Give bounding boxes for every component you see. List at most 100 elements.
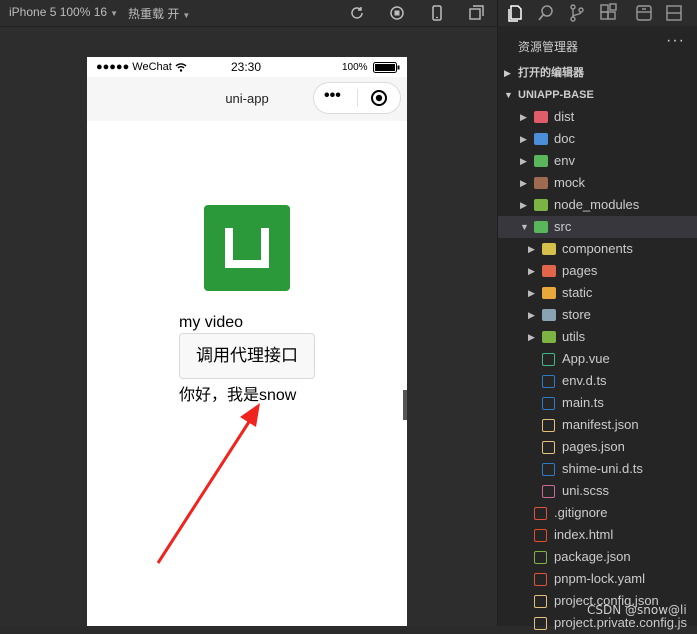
- tree-item-env[interactable]: ▶ env: [498, 150, 697, 172]
- explorer-more-button[interactable]: ···: [666, 32, 685, 50]
- tree-item-node-modules[interactable]: ▶ node_modules: [498, 194, 697, 216]
- capsule-menu: •••: [313, 82, 401, 114]
- git-icon: [534, 507, 547, 520]
- battery-label: 100%: [342, 62, 368, 73]
- chevron-right-icon[interactable]: ▶: [528, 304, 535, 326]
- folder-icon: [542, 265, 556, 277]
- tree-item-label: uni.scss: [562, 483, 609, 498]
- tree-item-main-ts[interactable]: main.ts: [498, 392, 697, 414]
- explorer-panel: 资源管理器 ··· ▶ 打开的编辑器 ▼ UNIAPP-BASE ▶ dist ▶ doc…: [497, 0, 697, 630]
- detach-window-icon[interactable]: [467, 4, 485, 22]
- chevron-right-icon[interactable]: ▶: [520, 172, 527, 194]
- sass-icon: [542, 485, 555, 498]
- source-control-icon[interactable]: [567, 3, 587, 23]
- refresh-icon[interactable]: [348, 4, 366, 22]
- explorer-title: 资源管理器: [518, 40, 579, 54]
- chevron-right-icon[interactable]: ▶: [520, 106, 527, 128]
- tree-item-label: store: [562, 307, 591, 322]
- tree-item-src[interactable]: ▼ src: [498, 216, 697, 238]
- chevron-right-icon[interactable]: ▶: [528, 326, 535, 348]
- chevron-right-icon[interactable]: ▶: [528, 238, 535, 260]
- section-label: UNIAPP-BASE: [518, 89, 594, 101]
- tree-item-label: pnpm-lock.yaml: [554, 571, 646, 586]
- hot-reload-label: 热重载 开: [128, 7, 180, 21]
- tree-item-mock[interactable]: ▶ mock: [498, 172, 697, 194]
- capsule-divider: [357, 89, 358, 107]
- tree-item-label: package.json: [554, 549, 631, 564]
- phone-preview-icon[interactable]: [428, 4, 446, 22]
- chevron-down-icon: ▼: [110, 9, 119, 18]
- open-editors-section[interactable]: ▶ 打开的编辑器: [498, 62, 697, 84]
- ts-icon: [542, 375, 555, 388]
- chevron-right-icon: ▶: [504, 68, 511, 78]
- storage-icon[interactable]: [634, 3, 654, 23]
- chevron-right-icon[interactable]: ▶: [528, 260, 535, 282]
- tree-item-label: manifest.json: [562, 417, 639, 432]
- tree-item-shime-uni-d-ts[interactable]: shime-uni.d.ts: [498, 458, 697, 480]
- stop-icon[interactable]: [388, 4, 406, 22]
- csdn-watermark: CSDN @snow@li: [587, 603, 687, 617]
- tree-item-components[interactable]: ▶ components: [498, 238, 697, 260]
- uni-app-logo: [204, 205, 290, 291]
- uni-logo-icon: [225, 228, 269, 268]
- split-editor-icon[interactable]: [664, 3, 684, 23]
- tree-item-doc[interactable]: ▶ doc: [498, 128, 697, 150]
- tree-item-label: env: [554, 153, 575, 168]
- device-select[interactable]: iPhone 5 100% 16 ▼: [9, 5, 118, 19]
- tree-item-label: pages.json: [562, 439, 625, 454]
- tree-item-static[interactable]: ▶ static: [498, 282, 697, 304]
- tree-item-package-json[interactable]: package.json: [498, 546, 697, 568]
- extensions-icon[interactable]: [598, 3, 618, 23]
- chevron-down-icon: ▼: [504, 90, 513, 100]
- search-icon[interactable]: [536, 3, 556, 23]
- folder-icon: [542, 243, 556, 255]
- tree-item-gitignore[interactable]: .gitignore: [498, 502, 697, 524]
- hot-reload-toggle[interactable]: 热重载 开 ▼: [128, 5, 190, 22]
- tree-item-store[interactable]: ▶ store: [498, 304, 697, 326]
- tree-item-pages[interactable]: ▶ pages: [498, 260, 697, 282]
- tree-item-pages-json[interactable]: pages.json: [498, 436, 697, 458]
- arrow-shaft: [156, 410, 258, 564]
- tree-item-label: static: [562, 285, 593, 300]
- chevron-down-icon[interactable]: ▼: [520, 216, 529, 238]
- mini-program-navbar: uni-app •••: [87, 77, 407, 121]
- close-miniprogram-icon[interactable]: [370, 89, 388, 107]
- video-text: my video: [179, 314, 244, 331]
- tree-item-utils[interactable]: ▶ utils: [498, 326, 697, 348]
- files-icon[interactable]: [505, 3, 525, 23]
- tree-item-label: pages: [562, 263, 598, 278]
- node-icon: [534, 551, 547, 564]
- device-label: iPhone 5 100% 16: [9, 5, 108, 19]
- folder-icon: [534, 133, 548, 145]
- call-proxy-button[interactable]: 调用代理接口: [179, 333, 315, 379]
- vue-icon: [542, 353, 555, 366]
- battery-icon: [373, 62, 400, 73]
- folder-open-icon: [534, 221, 548, 233]
- folder-icon: [534, 155, 548, 167]
- tree-item-label: dist: [554, 109, 575, 124]
- chevron-right-icon[interactable]: ▶: [520, 150, 527, 172]
- tree-item-label: index.html: [554, 527, 614, 542]
- folder-icon: [534, 111, 548, 123]
- chevron-right-icon[interactable]: ▶: [520, 128, 527, 150]
- tree-item-uni-scss[interactable]: uni.scss: [498, 480, 697, 502]
- tree-item-dist[interactable]: ▶ dist: [498, 106, 697, 128]
- tree-item-label: mock: [554, 175, 586, 190]
- section-label: 打开的编辑器: [518, 67, 584, 79]
- folder-icon: [542, 287, 556, 299]
- chevron-right-icon[interactable]: ▶: [528, 282, 535, 304]
- arrow-head: [240, 403, 260, 427]
- more-menu-button[interactable]: •••: [324, 87, 341, 105]
- json-icon: [542, 441, 555, 454]
- tree-item-app-vue[interactable]: App.vue: [498, 348, 697, 370]
- tree-item-env-d-ts[interactable]: env.d.ts: [498, 370, 697, 392]
- tree-item-manifest-json[interactable]: manifest.json: [498, 414, 697, 436]
- project-section[interactable]: ▼ UNIAPP-BASE: [498, 84, 697, 106]
- tree-item-index-html[interactable]: index.html: [498, 524, 697, 546]
- tree-item-pnpm-lock-yaml[interactable]: pnpm-lock.yaml: [498, 568, 697, 590]
- tree-item-label: src: [554, 219, 572, 234]
- simulator-scrollbar[interactable]: [403, 390, 407, 420]
- tree-item-label: main.ts: [562, 395, 604, 410]
- chevron-down-icon: ▼: [182, 11, 191, 20]
- chevron-right-icon[interactable]: ▶: [520, 194, 527, 216]
